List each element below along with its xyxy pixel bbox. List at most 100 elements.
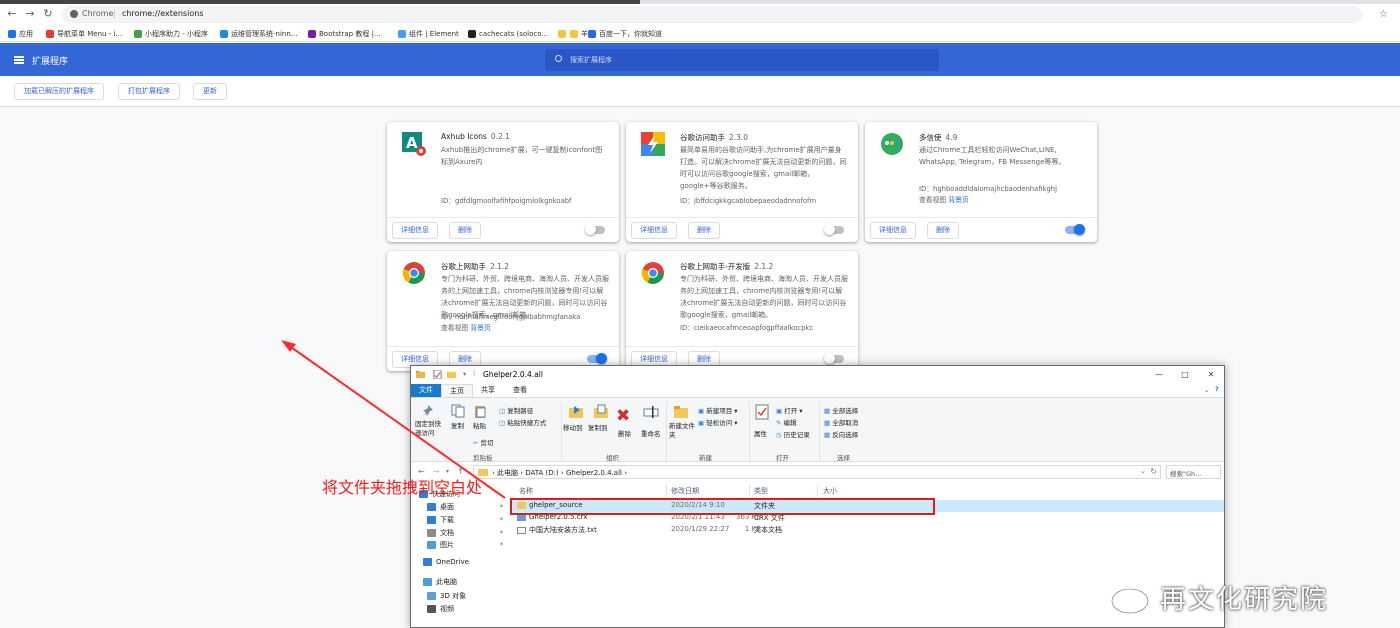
- paste-shortcut-button[interactable]: ◫ 粘贴快捷方式: [499, 417, 546, 427]
- rename-button[interactable]: 重命名: [641, 428, 661, 438]
- bookmark-item[interactable]: 百度一下，你就知道: [588, 28, 662, 39]
- help-icon[interactable]: ?: [1215, 385, 1219, 393]
- bookmark-item[interactable]: [558, 28, 569, 39]
- select-none-button[interactable]: ▦ 全部取消: [824, 417, 858, 427]
- enable-toggle[interactable]: [824, 353, 844, 364]
- update-button[interactable]: 更新: [193, 83, 227, 100]
- copy-button[interactable]: 复制: [451, 420, 464, 430]
- reload-icon[interactable]: ↻: [42, 8, 54, 20]
- nav-documents[interactable]: 文档: [427, 528, 454, 538]
- breadcrumb-folder[interactable]: Ghelper2.0.4.all: [566, 469, 622, 477]
- pack-extension-button[interactable]: 打包扩展程序: [118, 83, 180, 100]
- close-icon[interactable]: ✕: [1201, 368, 1221, 382]
- expand-ribbon-icon[interactable]: ⌄: [1204, 386, 1209, 394]
- new-item-button[interactable]: ▣ 新建项目 ▾: [698, 405, 738, 415]
- column-divider: [817, 485, 818, 497]
- nav-pictures[interactable]: 图片: [427, 540, 454, 550]
- properties-button[interactable]: 属性: [754, 428, 767, 438]
- bookmark-item[interactable]: 羊: [570, 28, 588, 39]
- bookmark-star-icon[interactable]: ☆: [1379, 9, 1388, 20]
- refresh-icon[interactable]: ↻: [1150, 467, 1157, 476]
- remove-button[interactable]: 删除: [688, 222, 720, 239]
- highlight-box: [510, 498, 935, 515]
- column-size[interactable]: 大小: [823, 486, 837, 496]
- forward-icon[interactable]: →: [24, 8, 36, 20]
- tab-share[interactable]: 共享: [473, 384, 503, 397]
- bookmark-item[interactable]: cachecats (soloco...: [468, 28, 548, 39]
- details-button[interactable]: 详细信息: [631, 222, 677, 239]
- paste-button[interactable]: 粘贴: [473, 420, 486, 430]
- properties-quick-icon[interactable]: [433, 370, 442, 379]
- history-button[interactable]: ◷ 历史记录: [776, 429, 810, 439]
- axhub-logo-icon: A: [402, 132, 426, 156]
- path-box[interactable]: › 此电脑 › DATA (D:) › Ghelper2.0.4.all › ⌄…: [473, 465, 1161, 479]
- easy-access-button[interactable]: ▣ 轻松访问 ▾: [698, 417, 738, 427]
- column-name[interactable]: 名称: [519, 486, 533, 496]
- this-pc-icon: [423, 578, 432, 586]
- back-icon[interactable]: ←: [6, 8, 18, 20]
- cut-button[interactable]: ✂ 剪切: [473, 437, 494, 447]
- nav-3d-objects[interactable]: 3D 对象: [427, 591, 466, 601]
- enable-toggle[interactable]: [587, 353, 607, 364]
- background-page-link[interactable]: 背景页: [948, 196, 968, 204]
- breadcrumb-this-pc[interactable]: 此电脑: [497, 469, 518, 477]
- search-placeholder: 搜索扩展程序: [570, 56, 612, 64]
- explorer-search-input[interactable]: 搜索"Gh...: [1166, 465, 1221, 479]
- enable-toggle[interactable]: [585, 224, 605, 235]
- enable-toggle[interactable]: [824, 224, 844, 235]
- weibo-logo-icon: [1110, 581, 1154, 615]
- nav-onedrive[interactable]: OneDrive: [423, 558, 469, 566]
- move-to-button[interactable]: 移动到: [563, 422, 583, 432]
- breadcrumb-drive[interactable]: DATA (D:): [525, 469, 558, 477]
- bookmark-item[interactable]: 运维管理系统-ninn...: [220, 28, 297, 39]
- bookmark-item[interactable]: Bootstrap 教程 |...: [308, 28, 381, 39]
- extension-card-ghelper-dev: 谷歌上网助手-开发版 2.1.2 专门为科研、外贸、跨境电商、海淘人员、开发人员服…: [626, 251, 858, 371]
- nav-downloads[interactable]: 下载: [427, 515, 454, 525]
- path-dropdown-icon[interactable]: ⌄: [1140, 467, 1146, 475]
- minimize-icon[interactable]: —: [1149, 368, 1169, 382]
- nav-desktop[interactable]: 桌面: [427, 502, 454, 512]
- bookmark-item[interactable]: 组件 | Element: [398, 28, 459, 39]
- extension-name-text: 谷歌上网助手-开发版: [680, 262, 751, 271]
- open-button[interactable]: ▣ 打开 ▾: [776, 405, 803, 415]
- new-folder-quick-icon[interactable]: [447, 370, 456, 379]
- column-type[interactable]: 类型: [754, 486, 768, 496]
- bookmark-item[interactable]: 应用: [8, 28, 33, 39]
- omnibox-url[interactable]: chrome://extensions: [122, 9, 203, 18]
- enable-toggle[interactable]: [1065, 224, 1085, 235]
- background-page-link[interactable]: 背景页: [470, 324, 490, 332]
- details-button[interactable]: 详细信息: [392, 222, 438, 239]
- file-name-cell: 中国大陆安装方法.txt: [517, 525, 597, 535]
- maximize-icon[interactable]: □: [1175, 368, 1195, 382]
- details-button[interactable]: 详细信息: [870, 222, 916, 239]
- search-input[interactable]: 搜索扩展程序: [545, 49, 939, 71]
- quick-access-dropdown-icon[interactable]: ▾: [463, 370, 466, 378]
- nav-videos[interactable]: 视频: [427, 604, 454, 614]
- tab-home[interactable]: 主页: [441, 384, 473, 397]
- new-folder-button[interactable]: 新建文件夹: [669, 422, 695, 440]
- bookmark-item[interactable]: 小程序助力 - 小程序: [134, 28, 208, 39]
- file-date-cell: 2020/1/29 22:27: [671, 525, 730, 533]
- omnibox[interactable]: Chrome | chrome://extensions: [62, 6, 1362, 23]
- copy-to-button[interactable]: 复制到: [588, 422, 608, 432]
- invert-selection-button[interactable]: ▦ 反向选择: [824, 429, 858, 439]
- hamburger-menu-icon[interactable]: [14, 56, 24, 64]
- tab-file[interactable]: 文件: [411, 384, 441, 397]
- select-all-button[interactable]: ▦ 全部选择: [824, 405, 858, 415]
- tab-view[interactable]: 查看: [505, 384, 535, 397]
- remove-button[interactable]: 删除: [449, 222, 481, 239]
- pin-quick-access-button[interactable]: 固定到快速访问: [415, 420, 445, 438]
- remove-button[interactable]: 删除: [927, 222, 959, 239]
- extension-card-ghelper: 谷歌上网助手 2.1.2 专门为科研、外贸、跨境电商、海淘人员、开发人员服务的上网…: [387, 251, 619, 371]
- column-date[interactable]: 修改日期: [671, 486, 699, 496]
- delete-button[interactable]: 删除: [618, 428, 631, 438]
- bookmark-item[interactable]: 导航菜单 Menu - i...: [46, 28, 122, 39]
- copy-path-button[interactable]: ◫ 复制路径: [499, 405, 533, 415]
- edit-button[interactable]: ✎ 编辑: [776, 417, 797, 427]
- nav-label: 此电脑: [436, 578, 457, 586]
- site-info-icon[interactable]: [70, 10, 78, 18]
- nav-this-pc[interactable]: 此电脑: [423, 577, 457, 587]
- load-unpacked-button[interactable]: 加载已解压的扩展程序: [14, 83, 104, 100]
- bookmark-icon: [468, 29, 476, 38]
- file-row[interactable]: 中国大陆安装方法.txt 2020/1/29 22:27 文本文档 1 KB: [511, 524, 1224, 536]
